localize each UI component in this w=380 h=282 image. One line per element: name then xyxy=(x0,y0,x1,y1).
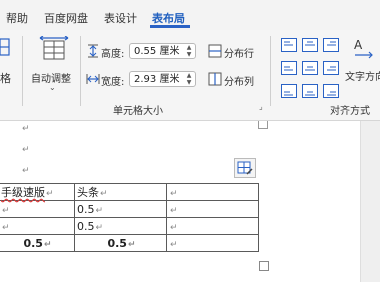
active-tab-indicator xyxy=(150,25,190,28)
align-bottom-left-icon[interactable] xyxy=(281,84,297,98)
table-row: ↵ 0.5↵ ↵ xyxy=(0,200,259,218)
table-cell[interactable]: ↵ xyxy=(0,217,75,235)
align-top-center-icon[interactable] xyxy=(302,38,318,52)
table-cell[interactable]: 0.5↵ xyxy=(74,217,167,235)
table-cell[interactable]: ↵ xyxy=(166,234,259,252)
distribute-rows-button[interactable]: 分布行 xyxy=(224,45,254,60)
table-cell[interactable]: ↵ xyxy=(166,200,259,218)
svg-text:A: A xyxy=(354,38,363,52)
alignment-group-label: 对齐方式 xyxy=(330,106,370,117)
cell-text: 手级速版 xyxy=(1,186,45,199)
text-direction-button[interactable]: 文字方向 xyxy=(345,68,380,83)
cell-text: 0.5 xyxy=(23,236,43,250)
align-middle-right-icon[interactable] xyxy=(323,61,339,75)
cell-text: 0.5 xyxy=(107,236,127,250)
table-resize-handle[interactable] xyxy=(259,261,269,271)
column-width-input[interactable]: 2.93 厘米 ▲ ▼ xyxy=(129,71,196,87)
align-top-right-icon[interactable] xyxy=(323,38,339,52)
cell-end-mark: ↵ xyxy=(46,189,54,199)
paragraph-mark: ↵ xyxy=(22,145,30,155)
partial-ribbon-label[interactable]: 格 xyxy=(0,70,11,86)
height-label: 高度: xyxy=(101,49,125,60)
paragraph-mark: ↵ xyxy=(22,124,30,134)
table-cell[interactable]: 头条↵ xyxy=(74,183,167,201)
spinner-arrows-icon[interactable]: ▲ ▼ xyxy=(185,44,193,58)
page-corner-marker xyxy=(258,121,268,129)
cell-end-mark: ↵ xyxy=(170,222,178,233)
table-row: 手级速版↵ 头条↵ ↵ xyxy=(0,183,259,201)
table-cell[interactable]: ↵ xyxy=(0,200,75,218)
ribbon-separator xyxy=(80,36,81,106)
table-cell[interactable]: 手级速版↵ xyxy=(0,183,75,201)
cell-end-mark: ↵ xyxy=(100,189,108,199)
cell-end-mark: ↵ xyxy=(170,239,178,250)
table-cell[interactable]: 0.5↵ xyxy=(74,200,167,218)
ribbon-separator xyxy=(22,36,23,106)
align-bottom-right-icon[interactable] xyxy=(323,84,339,98)
ribbon-separator xyxy=(270,36,271,106)
align-bottom-center-icon[interactable] xyxy=(302,84,318,98)
table-cell[interactable]: 0.5↵ xyxy=(0,234,75,252)
ribbon-tab-bar: 帮助 百度网盘 表设计 表布局 xyxy=(0,0,380,30)
column-width-icon xyxy=(86,74,100,84)
table-cell[interactable]: ↵ xyxy=(166,183,259,201)
width-label: 宽度: xyxy=(101,77,125,88)
cell-end-mark: ↵ xyxy=(95,222,104,233)
distribute-columns-icon[interactable] xyxy=(208,72,222,86)
row-height-input[interactable]: 0.55 厘米 ▲ ▼ xyxy=(129,43,196,59)
row-height-icon xyxy=(88,44,98,58)
paragraph-mark: ↵ xyxy=(22,166,30,176)
cell-end-mark: ↵ xyxy=(2,222,10,233)
document-table[interactable]: 手级速版↵ 头条↵ ↵ ↵ 0.5↵ ↵ ↵ 0.5↵ ↵ 0.5↵ 0.5↵ … xyxy=(0,183,259,252)
cell-text: 头条 xyxy=(77,186,99,199)
text-direction-icon[interactable]: A xyxy=(352,37,376,61)
table-cell[interactable]: 0.5↵ xyxy=(74,234,167,252)
table-cell[interactable]: ↵ xyxy=(166,217,259,235)
dialog-launcher-icon[interactable]: ⌟ xyxy=(259,102,263,111)
chevron-down-icon[interactable]: ⌄ xyxy=(49,83,56,92)
align-top-left-icon[interactable] xyxy=(281,38,297,52)
table-row: 0.5↵ 0.5↵ ↵ xyxy=(0,234,259,252)
cell-text: 0.5 xyxy=(77,202,95,216)
cell-end-mark: ↵ xyxy=(170,188,178,199)
cell-end-mark: ↵ xyxy=(95,205,104,216)
tab-baidu-netdisk[interactable]: 百度网盘 xyxy=(44,10,88,26)
table-properties-icon[interactable] xyxy=(0,38,10,56)
cell-size-group-label: 单元格大小 xyxy=(113,106,163,117)
vertical-scrollbar[interactable] xyxy=(360,121,380,282)
cell-end-mark: ↵ xyxy=(2,205,10,216)
align-middle-center-icon[interactable] xyxy=(302,61,318,75)
tab-help[interactable]: 帮助 xyxy=(6,10,28,26)
table-options-icon[interactable] xyxy=(234,158,256,178)
column-width-value: 2.93 厘米 xyxy=(134,74,180,85)
spinner-arrows-icon[interactable]: ▲ ▼ xyxy=(185,72,193,86)
cell-text: 0.5 xyxy=(77,219,95,233)
autofit-icon[interactable] xyxy=(38,36,70,64)
ribbon: 格 自动调整 ⌄ 高度: 0.55 厘米 ▲▼ 宽度: 2.93 厘米 ▲▼ xyxy=(0,30,380,121)
cell-end-mark: ↵ xyxy=(170,205,178,216)
align-middle-left-icon[interactable] xyxy=(281,61,297,75)
distribute-columns-button[interactable]: 分布列 xyxy=(224,73,254,88)
table-row: ↵ 0.5↵ ↵ xyxy=(0,217,259,235)
row-height-value: 0.55 厘米 xyxy=(134,46,180,57)
tab-table-design[interactable]: 表设计 xyxy=(104,10,137,26)
cell-end-mark: ↵ xyxy=(43,239,52,250)
distribute-rows-icon[interactable] xyxy=(208,44,222,58)
cell-end-mark: ↵ xyxy=(127,239,136,250)
tab-table-layout[interactable]: 表布局 xyxy=(152,10,185,26)
